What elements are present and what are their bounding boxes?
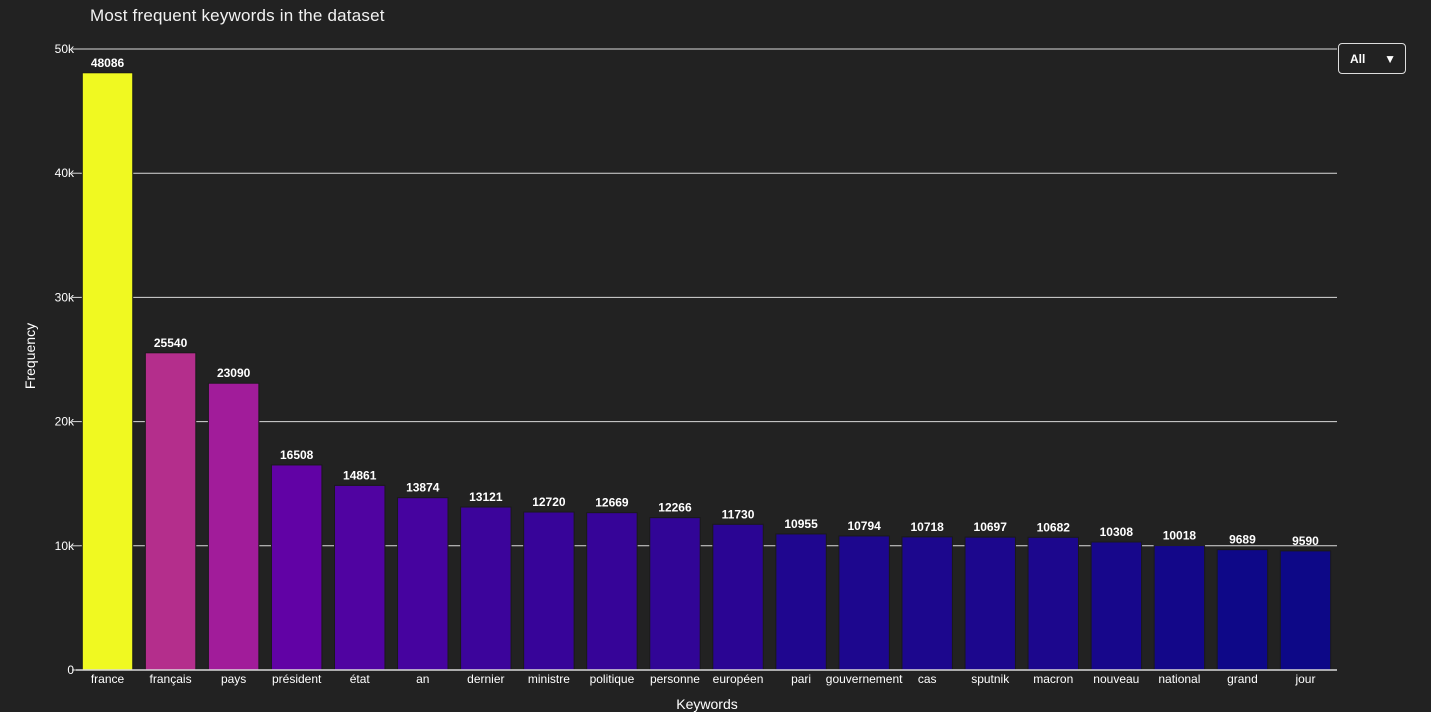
- x-tick-label: macron: [1033, 672, 1073, 686]
- bar-dernier[interactable]: [460, 506, 512, 671]
- bar-value-label: 10018: [1163, 529, 1197, 543]
- x-tick-label: dernier: [467, 672, 504, 686]
- bar-value-label: 10308: [1100, 525, 1134, 539]
- x-tick-label: président: [272, 672, 322, 686]
- x-axis: france français pays président état an dernier…: [76, 669, 1337, 686]
- bar-pari[interactable]: [775, 533, 827, 671]
- bar-national[interactable]: [1153, 545, 1206, 671]
- bar-état[interactable]: [334, 484, 386, 671]
- chevron-down-icon: ▼: [1384, 51, 1396, 66]
- bar-value-label: 10697: [974, 520, 1008, 534]
- bar-gouvernement[interactable]: [838, 535, 890, 671]
- x-tick-label: france: [91, 672, 125, 686]
- x-tick-label: pays: [221, 672, 246, 686]
- bar-value-label: 16508: [280, 448, 314, 462]
- bar-an[interactable]: [397, 497, 449, 671]
- x-tick-label: jour: [1294, 672, 1315, 686]
- x-tick-label: français: [150, 672, 192, 686]
- x-tick-label: sputnik: [971, 672, 1010, 686]
- x-tick-label: grand: [1227, 672, 1258, 686]
- filter-selected-value: All: [1350, 51, 1366, 66]
- bar-macron[interactable]: [1027, 536, 1079, 671]
- bar-value-label: 12266: [658, 501, 692, 515]
- bar-value-label: 9689: [1229, 533, 1256, 547]
- x-tick-label: pari: [791, 672, 811, 686]
- bar-value-label: 13121: [469, 490, 503, 504]
- y-tick-label: 50k: [55, 42, 75, 56]
- bar-value-label: 14861: [343, 468, 377, 482]
- x-tick-label: européen: [713, 672, 764, 686]
- bar-personne[interactable]: [649, 517, 701, 671]
- x-tick-label: an: [416, 672, 429, 686]
- bar-européen[interactable]: [712, 523, 764, 671]
- y-tick-label: 0: [67, 663, 74, 677]
- filter-dropdown[interactable]: All ▼: [1338, 43, 1406, 74]
- bars: [81, 72, 1332, 671]
- y-tick-label: 40k: [55, 166, 75, 180]
- bar-value-label: 11730: [722, 507, 755, 521]
- bar-ministre[interactable]: [523, 511, 575, 671]
- bar-grand[interactable]: [1216, 549, 1269, 671]
- y-tick-label: 20k: [55, 415, 75, 429]
- bar-value-label: 48086: [91, 56, 125, 70]
- y-tick-label: 10k: [55, 539, 75, 553]
- bar-pays[interactable]: [207, 382, 260, 671]
- bar-value-label: 9590: [1292, 534, 1319, 548]
- x-tick-label: personne: [650, 672, 700, 686]
- bar-chart: 0 10k 20k 30k 40k 50k 48086 25540 23090 16508 148…: [22, 42, 1337, 712]
- bar-value-label: 12669: [595, 496, 629, 510]
- x-tick-label: ministre: [528, 672, 570, 686]
- x-tick-label: cas: [918, 672, 937, 686]
- x-tick-label: national: [1158, 672, 1200, 686]
- x-tick-label: nouveau: [1093, 672, 1139, 686]
- bar-value-label: 23090: [217, 366, 251, 380]
- x-tick-label: politique: [590, 672, 635, 686]
- x-tick-label: gouvernement: [826, 672, 903, 686]
- y-axis-title: Frequency: [22, 323, 38, 389]
- bar-value-label: 10955: [784, 517, 818, 531]
- y-axis: 0 10k 20k 30k 40k 50k: [55, 42, 80, 677]
- bar-sputnik[interactable]: [964, 536, 1016, 671]
- bar-nouveau[interactable]: [1090, 541, 1143, 671]
- bar-value-label: 10682: [1037, 520, 1071, 534]
- bar-cas[interactable]: [901, 536, 953, 671]
- x-axis-title: Keywords: [676, 696, 737, 712]
- bar-value-label: 10794: [847, 519, 881, 533]
- bar-politique[interactable]: [586, 512, 638, 671]
- y-tick-label: 30k: [55, 290, 75, 304]
- grid-lines: [80, 48, 1337, 671]
- bar-value-label: 25540: [154, 336, 188, 350]
- bar-français[interactable]: [144, 352, 197, 671]
- bar-président[interactable]: [270, 464, 323, 671]
- x-tick-label: état: [350, 672, 371, 686]
- bar-value-label: 10718: [910, 520, 944, 534]
- bar-value-label: 12720: [532, 495, 566, 509]
- bar-value-label: 13874: [406, 481, 440, 495]
- bar-jour[interactable]: [1279, 550, 1332, 671]
- bar-france[interactable]: [81, 72, 134, 671]
